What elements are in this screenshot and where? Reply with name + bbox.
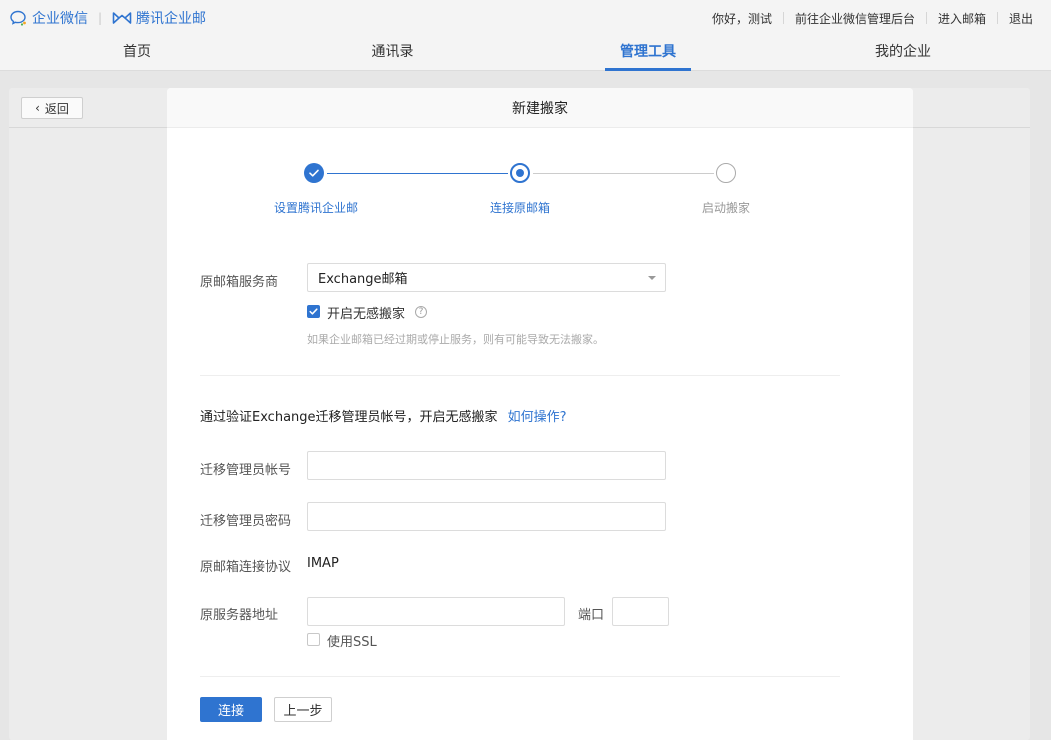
tab-contacts[interactable]: 通讯录 — [365, 36, 420, 71]
step-1-done-icon — [304, 163, 324, 183]
tab-my-enterprise[interactable]: 我的企业 — [868, 36, 938, 71]
step-3-label: 启动搬家 — [701, 201, 750, 215]
chevron-left-icon: ‹ — [35, 101, 40, 115]
step-2-label: 连接原邮箱 — [489, 201, 550, 215]
enter-mailbox-link[interactable]: 进入邮箱 — [927, 10, 997, 27]
check-icon — [309, 169, 319, 177]
port-input[interactable] — [612, 597, 669, 626]
help-icon[interactable]: ? — [415, 306, 427, 318]
seamless-hint: 如果企业邮箱已经过期或停止服务，则有可能导致无法搬家。 — [307, 333, 604, 346]
provider-label: 原邮箱服务商 — [200, 275, 279, 290]
admin-account-label: 迁移管理员帐号 — [200, 463, 292, 478]
admin-account-input[interactable] — [307, 451, 666, 480]
verify-text: 通过验证Exchange迁移管理员帐号，开启无感搬家 — [200, 410, 498, 425]
seamless-checkbox[interactable] — [307, 305, 320, 318]
provider-select[interactable]: Exchange邮箱 — [307, 263, 666, 292]
tencent-mail-logo-text: 腾讯企业邮 — [136, 11, 207, 27]
how-to-link[interactable]: 如何操作? — [508, 410, 567, 425]
previous-step-button[interactable]: 上一步 — [274, 697, 332, 722]
port-label: 端口 — [578, 608, 605, 623]
footer-divider — [200, 676, 840, 677]
dialog-title: 新建搬家 — [512, 100, 568, 117]
protocol-value: IMAP — [307, 556, 339, 571]
seamless-label[interactable]: 开启无感搬家 — [327, 303, 405, 322]
server-address-label: 原服务器地址 — [200, 608, 279, 623]
ssl-label[interactable]: 使用SSL — [327, 631, 377, 650]
logout-link[interactable]: 退出 — [998, 10, 1051, 27]
caret-down-icon — [648, 276, 656, 280]
verify-description: 通过验证Exchange迁移管理员帐号，开启无感搬家 如何操作? — [200, 406, 567, 425]
provider-select-value: Exchange邮箱 — [318, 272, 408, 287]
step-line-1 — [327, 173, 508, 174]
top-bar: 企业微信 | 腾讯企业邮 你好，测试 前往企业微信管理后台 进入邮箱 退出 — [0, 0, 1051, 36]
step-2-current-icon — [510, 163, 530, 183]
logo[interactable]: 企业微信 | 腾讯企业邮 — [10, 8, 206, 28]
admin-password-input[interactable] — [307, 502, 666, 531]
greeting-text: 你好，测试 — [711, 11, 772, 26]
admin-console-link[interactable]: 前往企业微信管理后台 — [784, 10, 926, 27]
tencent-mail-logo-icon — [112, 12, 132, 24]
step-1-label: 设置腾讯企业邮 — [273, 201, 358, 215]
wework-logo-icon — [10, 10, 26, 26]
step-line-2 — [533, 173, 714, 174]
logo-separator: | — [98, 11, 103, 25]
server-address-input[interactable] — [307, 597, 565, 626]
connect-button[interactable]: 连接 — [200, 697, 262, 722]
dialog-header: 新建搬家 — [167, 88, 913, 128]
section-divider — [200, 375, 840, 376]
step-3-todo-icon — [716, 163, 736, 183]
back-button[interactable]: ‹ 返回 — [21, 97, 83, 119]
top-right-links: 你好，测试 前往企业微信管理后台 进入邮箱 退出 — [701, 0, 1051, 36]
back-button-label: 返回 — [44, 101, 69, 116]
admin-password-label: 迁移管理员密码 — [200, 514, 292, 529]
ssl-checkbox[interactable] — [307, 633, 320, 646]
wework-logo-text: 企业微信 — [32, 11, 88, 27]
protocol-label: 原邮箱连接协议 — [200, 560, 292, 575]
main-nav: 首页 通讯录 管理工具 我的企业 — [0, 36, 1051, 71]
tab-management-tools[interactable]: 管理工具 — [605, 36, 691, 71]
tab-home[interactable]: 首页 — [116, 36, 158, 71]
new-migration-dialog: 新建搬家 设置腾讯企业邮 连接原邮箱 启动搬家 原邮箱服务商 Exchange邮… — [167, 88, 913, 740]
check-icon — [309, 308, 318, 315]
